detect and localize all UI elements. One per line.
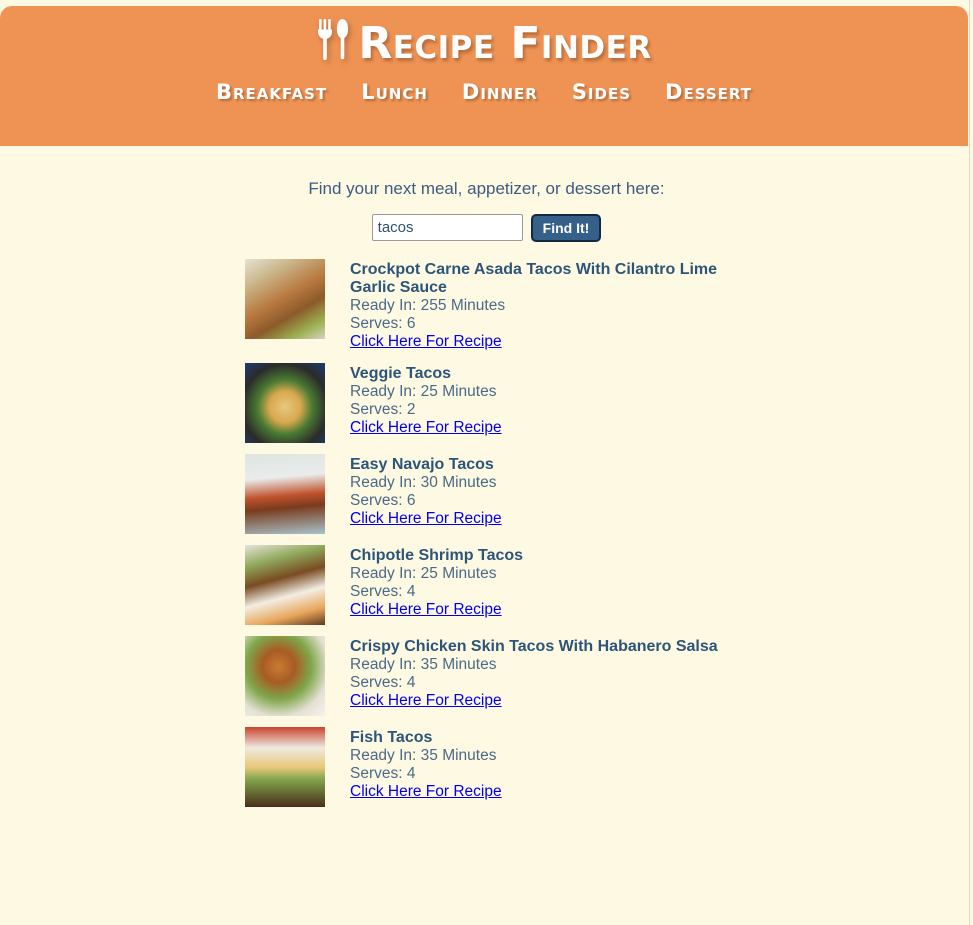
- recipe-title: Crockpot Carne Asada Tacos With Cilantro…: [350, 261, 718, 296]
- recipe-link[interactable]: Click Here For Recipe: [350, 783, 502, 801]
- recipe-serves: Serves: 6: [350, 491, 416, 509]
- nav-item-dessert[interactable]: Dessert: [665, 80, 752, 104]
- search-section: Find your next meal, appetizer, or desse…: [0, 146, 973, 242]
- recipe-title: Easy Navajo Tacos: [350, 455, 494, 473]
- nav-item-breakfast[interactable]: Breakfast: [216, 80, 327, 104]
- recipe-link[interactable]: Click Here For Recipe: [350, 601, 502, 619]
- recipe-title: Crispy Chicken Skin Tacos With Habanero …: [350, 637, 718, 655]
- recipe-serves: Serves: 2: [350, 400, 416, 418]
- recipe-info: Fish Tacos Ready In: 35 Minutes Serves: …: [325, 727, 502, 802]
- recipe-ready-in: Ready In: 35 Minutes: [350, 746, 497, 764]
- recipe-result-row: Chipotle Shrimp Tacos Ready In: 25 Minut…: [0, 544, 973, 625]
- recipe-ready-in: Ready In: 255 Minutes: [350, 296, 506, 314]
- recipe-link[interactable]: Click Here For Recipe: [350, 419, 502, 437]
- find-it-button[interactable]: Find It!: [530, 214, 602, 242]
- recipe-thumbnail[interactable]: [245, 362, 325, 443]
- nav-item-sides[interactable]: Sides: [572, 80, 631, 104]
- recipe-serves: Serves: 4: [350, 673, 416, 691]
- recipe-result-row: Easy Navajo Tacos Ready In: 30 Minutes S…: [0, 453, 973, 534]
- recipe-ready-in: Ready In: 25 Minutes: [350, 564, 497, 582]
- recipe-info: Crockpot Carne Asada Tacos With Cilantro…: [325, 259, 755, 352]
- nav-item-dinner[interactable]: Dinner: [462, 80, 538, 104]
- recipe-info: Easy Navajo Tacos Ready In: 30 Minutes S…: [325, 454, 502, 529]
- recipe-ready-in: Ready In: 30 Minutes: [350, 473, 497, 491]
- recipe-ready-in: Ready In: 35 Minutes: [350, 655, 497, 673]
- recipe-thumbnail[interactable]: [245, 635, 325, 716]
- recipe-thumbnail[interactable]: [245, 544, 325, 625]
- recipe-info: Crispy Chicken Skin Tacos With Habanero …: [325, 636, 718, 711]
- main-nav: Breakfast Lunch Dinner Sides Dessert: [0, 80, 968, 104]
- recipe-title: Fish Tacos: [350, 728, 433, 746]
- site-brand-text: Recipe Finder: [358, 18, 652, 69]
- recipe-result-row: Crockpot Carne Asada Tacos With Cilantro…: [0, 259, 973, 352]
- recipe-result-row: Veggie Tacos Ready In: 25 Minutes Serves…: [0, 362, 973, 443]
- recipe-result-row: Crispy Chicken Skin Tacos With Habanero …: [0, 635, 973, 716]
- recipe-result-row: Fish Tacos Ready In: 35 Minutes Serves: …: [0, 726, 973, 807]
- recipe-info: Chipotle Shrimp Tacos Ready In: 25 Minut…: [325, 545, 523, 620]
- recipe-title: Veggie Tacos: [350, 364, 452, 382]
- recipe-link[interactable]: Click Here For Recipe: [350, 692, 502, 710]
- recipe-title: Chipotle Shrimp Tacos: [350, 546, 524, 564]
- site-header: Recipe Finder Breakfast Lunch Dinner Sid…: [0, 6, 968, 146]
- nav-item-lunch[interactable]: Lunch: [361, 80, 428, 104]
- search-form: Find It!: [0, 214, 973, 242]
- recipe-serves: Serves: 4: [350, 582, 416, 600]
- recipe-serves: Serves: 6: [350, 315, 416, 333]
- search-prompt: Find your next meal, appetizer, or desse…: [308, 179, 665, 198]
- recipe-thumbnail[interactable]: [245, 453, 325, 534]
- recipe-info: Veggie Tacos Ready In: 25 Minutes Serves…: [325, 363, 502, 438]
- recipe-ready-in: Ready In: 25 Minutes: [350, 382, 497, 400]
- recipe-link[interactable]: Click Here For Recipe: [350, 333, 502, 351]
- page-right-edge: [969, 0, 970, 925]
- utensils-icon: [316, 18, 350, 60]
- recipe-thumbnail[interactable]: [245, 726, 325, 807]
- recipe-thumbnail[interactable]: [245, 259, 325, 339]
- search-input[interactable]: [371, 214, 523, 241]
- recipe-results-list: Crockpot Carne Asada Tacos With Cilantro…: [0, 259, 973, 807]
- recipe-link[interactable]: Click Here For Recipe: [350, 510, 502, 528]
- site-brand: Recipe Finder: [0, 6, 968, 70]
- recipe-serves: Serves: 4: [350, 764, 416, 782]
